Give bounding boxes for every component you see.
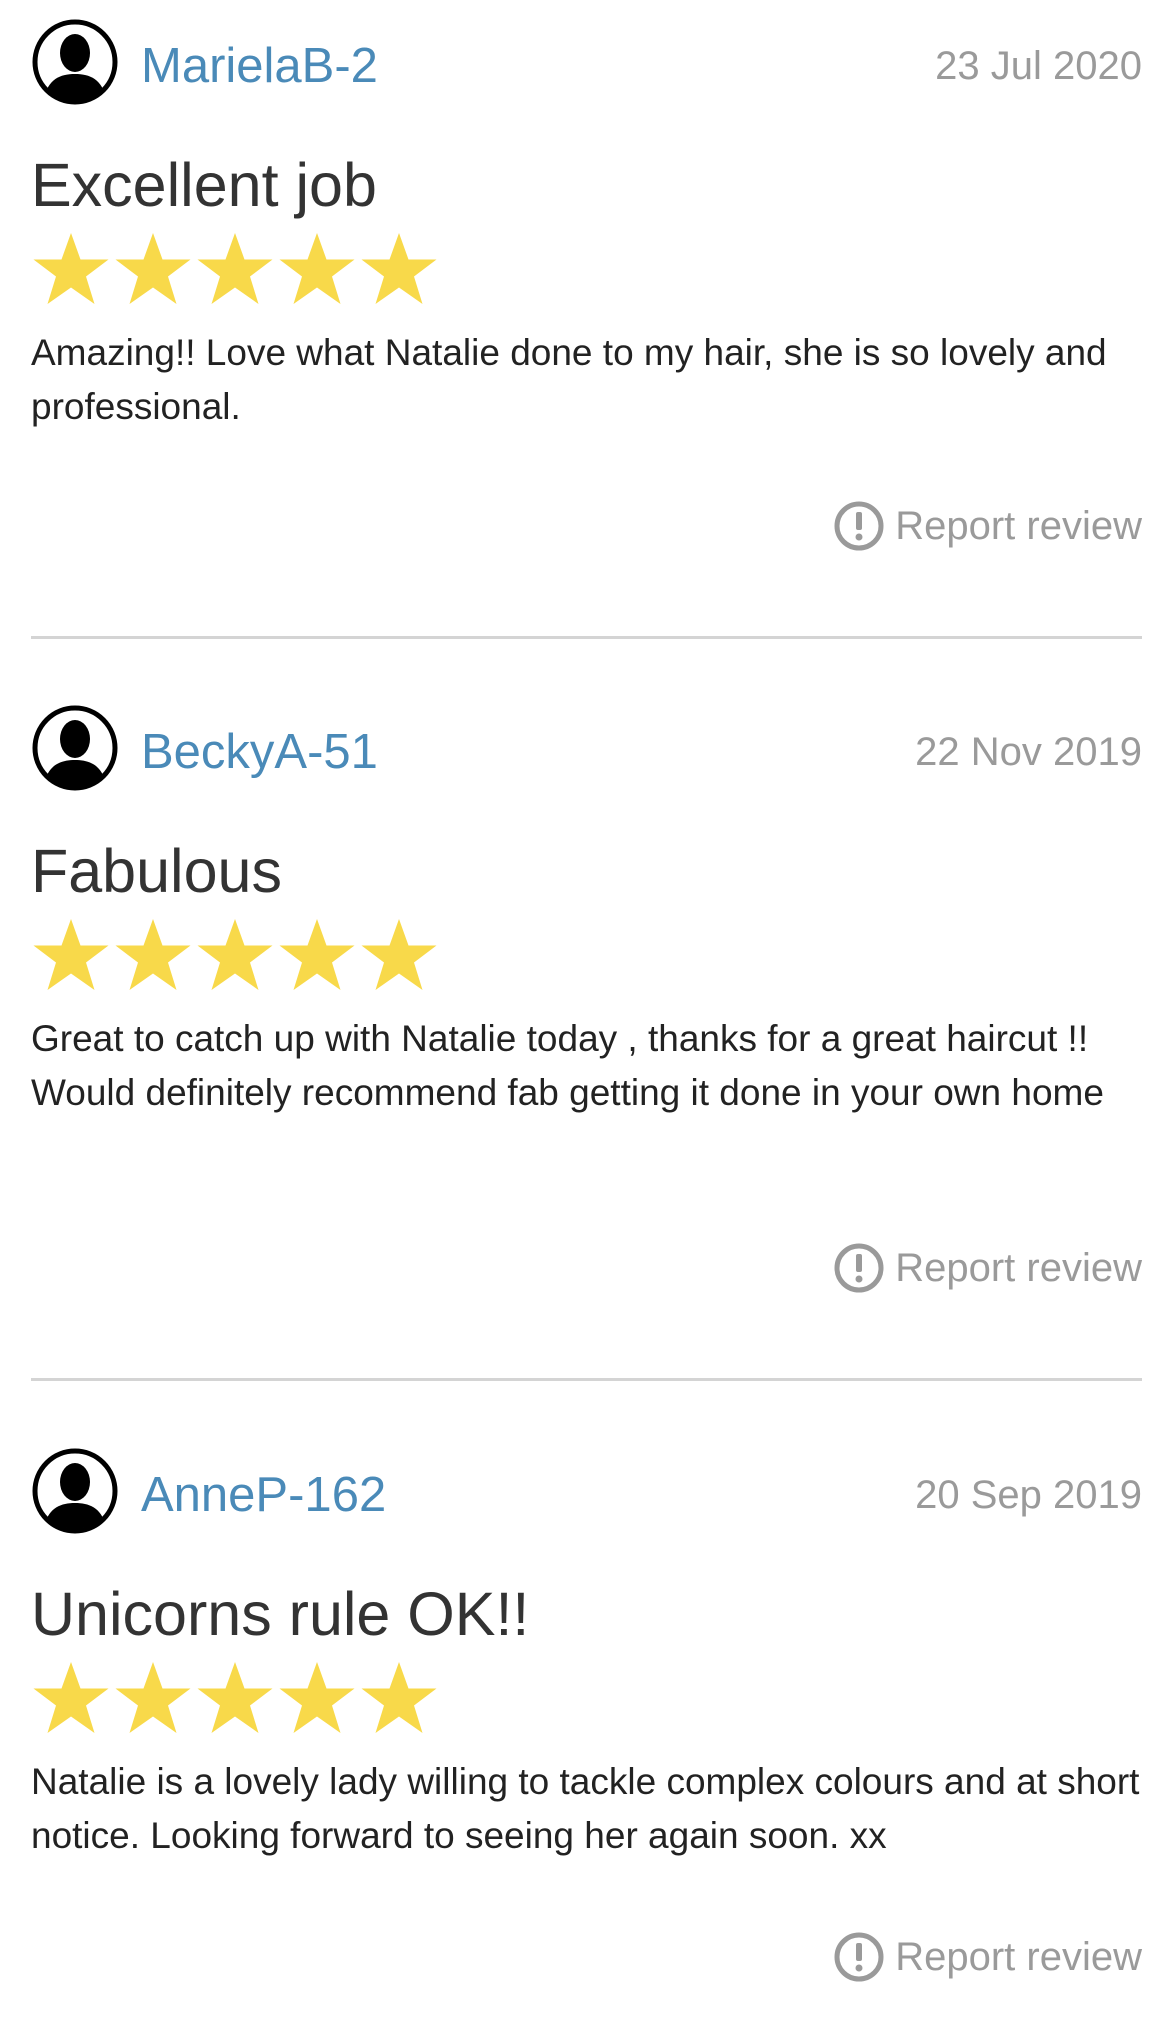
star-rating [31, 1659, 441, 1743]
user-silhouette-icon[interactable] [31, 1447, 119, 1535]
star-rating [31, 916, 441, 1000]
review-divider [31, 1378, 1142, 1381]
review-date: 22 Nov 2019 [915, 730, 1142, 774]
star-rating [31, 230, 441, 314]
star-icon [359, 230, 439, 310]
report-review-label: Report review [895, 1246, 1142, 1290]
star-icon [31, 916, 111, 996]
user-silhouette-icon[interactable] [31, 18, 119, 106]
report-review-label: Report review [895, 504, 1142, 548]
report-review-button[interactable]: Report review [833, 1240, 1142, 1296]
report-review-label: Report review [895, 1935, 1142, 1979]
review-username[interactable]: AnneP-162 [141, 1467, 386, 1523]
star-icon [31, 230, 111, 310]
star-icon [277, 230, 357, 310]
review-username[interactable]: MarielaB-2 [141, 38, 378, 94]
star-icon [195, 1659, 275, 1739]
exclamation-circle-icon [833, 500, 885, 552]
review-username[interactable]: BeckyA-51 [141, 724, 378, 780]
review-divider [31, 636, 1142, 639]
review-title: Unicorns rule OK!! [31, 1580, 530, 1648]
star-icon [195, 230, 275, 310]
exclamation-circle-icon [833, 1931, 885, 1983]
star-icon [277, 916, 357, 996]
report-review-button[interactable]: Report review [833, 498, 1142, 554]
report-review-button[interactable]: Report review [833, 1929, 1142, 1985]
review-title: Excellent job [31, 151, 377, 219]
star-icon [113, 916, 193, 996]
star-icon [113, 230, 193, 310]
review-header: BeckyA-51 22 Nov 2019 [31, 704, 1142, 794]
star-icon [31, 1659, 111, 1739]
review-date: 20 Sep 2019 [915, 1473, 1142, 1517]
exclamation-circle-icon [833, 1242, 885, 1294]
review-body: Amazing!! Love what Natalie done to my h… [31, 332, 1107, 427]
star-icon [195, 916, 275, 996]
review-body: Natalie is a lovely lady willing to tack… [31, 1761, 1140, 1856]
review-body: Great to catch up with Natalie today , t… [31, 1018, 1104, 1113]
review-title: Fabulous [31, 837, 282, 905]
star-icon [359, 1659, 439, 1739]
review-header: MarielaB-2 23 Jul 2020 [31, 18, 1142, 108]
user-silhouette-icon[interactable] [31, 704, 119, 792]
star-icon [113, 1659, 193, 1739]
review-date: 23 Jul 2020 [935, 44, 1142, 88]
review-header: AnneP-162 20 Sep 2019 [31, 1447, 1142, 1537]
star-icon [359, 916, 439, 996]
star-icon [277, 1659, 357, 1739]
